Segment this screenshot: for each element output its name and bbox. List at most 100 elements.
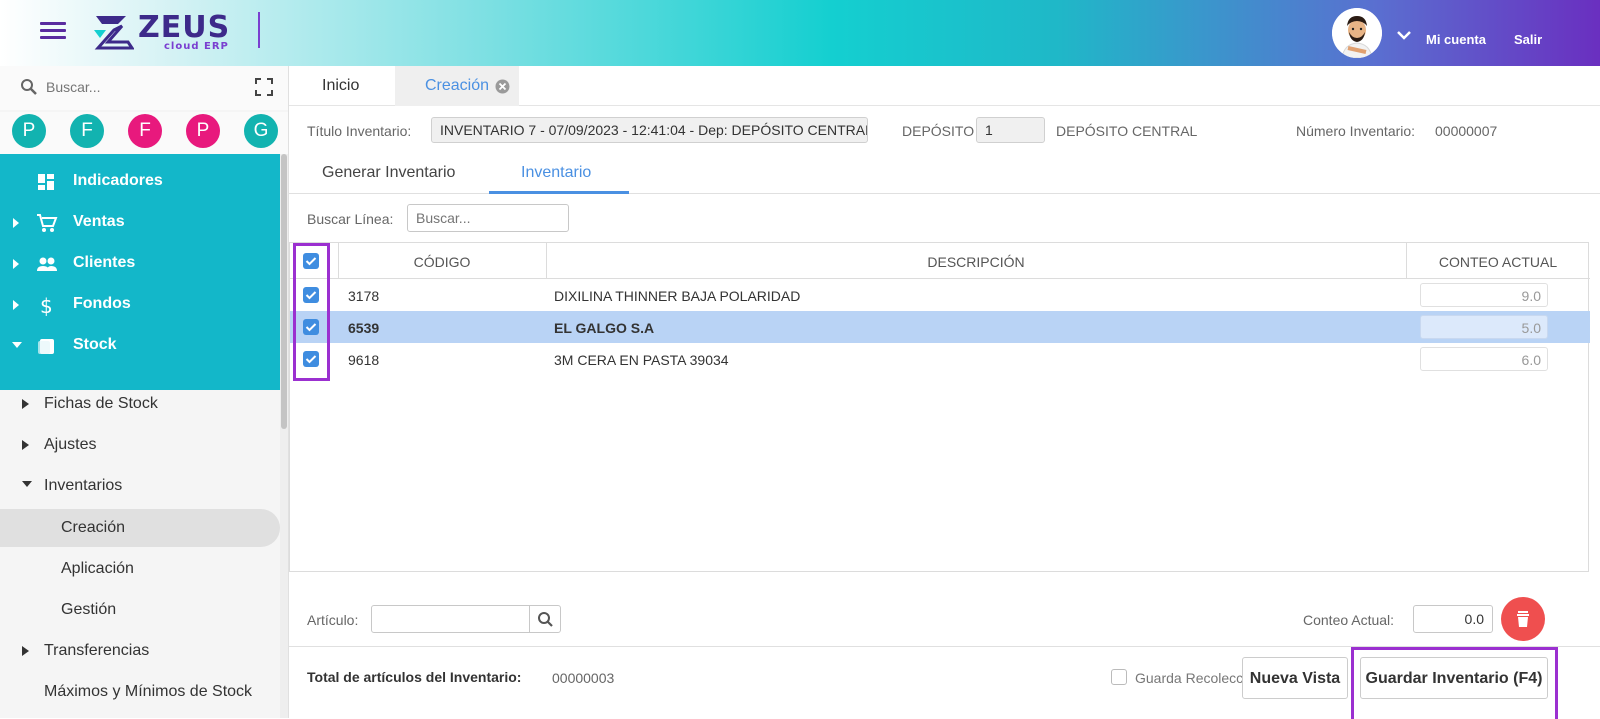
tab-generar-inventario[interactable]: Generar Inventario — [322, 164, 455, 182]
user-avatar[interactable] — [1332, 8, 1382, 58]
logout-link[interactable]: Salir — [1514, 32, 1542, 47]
inventory-number-label: Número Inventario: — [1296, 123, 1416, 139]
count-label: Conteo Actual: — [1303, 612, 1395, 628]
chevron-down-icon[interactable] — [1396, 30, 1412, 40]
caret-right-icon — [22, 440, 29, 450]
zeus-logo: ZEUS cloud ERP — [92, 10, 232, 52]
cell-code: 3178 — [348, 288, 380, 304]
caret-down-icon — [12, 342, 22, 348]
top-header: ZEUS cloud ERP Mi cuenta Salir — [0, 0, 1600, 66]
cell-description: DIXILINA THINNER BAJA POLARIDAD — [554, 288, 801, 304]
search-icon — [538, 612, 553, 627]
search-icon — [21, 79, 37, 95]
sidebar-item-aplicacion[interactable]: Aplicación — [0, 550, 280, 588]
dollar-icon: $ — [40, 295, 53, 317]
hamburger-menu-icon[interactable] — [40, 22, 66, 42]
count-actual-input[interactable]: 0.0 — [1413, 605, 1493, 633]
save-button-highlight — [1351, 647, 1558, 719]
sidebar-item-maximos-minimos[interactable]: Máximos y Mínimos de Stock — [0, 673, 280, 711]
logo-text: ZEUS — [138, 10, 231, 45]
menu-item-clientes[interactable]: Clientes — [0, 244, 280, 284]
column-header-descripcion[interactable]: DESCRIPCIÓN — [546, 243, 1406, 279]
inventory-table: CÓDIGO DESCRIPCIÓN CONTEO ACTUAL 3178 DI… — [289, 242, 1590, 572]
menu-item-stock[interactable]: Stock — [0, 326, 280, 366]
sidebar-item-label: Aplicación — [61, 560, 134, 577]
menu-item-ventas[interactable]: Ventas — [0, 203, 280, 243]
sidebar-item-transferencias[interactable]: Transferencias — [0, 632, 280, 670]
cell-description: EL GALGO S.A — [554, 320, 655, 336]
new-view-button[interactable]: Nueva Vista — [1242, 657, 1348, 699]
inventory-title-label: Título Inventario: — [307, 123, 412, 139]
sidebar-item-ajustes[interactable]: Ajustes — [0, 426, 280, 464]
sidebar-scrollbar-thumb[interactable] — [281, 154, 287, 429]
line-search-input[interactable] — [407, 204, 569, 232]
article-search-button[interactable] — [529, 605, 561, 633]
guard-collection-checkbox[interactable] — [1111, 669, 1127, 685]
favorite-p[interactable]: P — [186, 114, 220, 148]
deposit-code-field[interactable]: 1 — [976, 117, 1045, 143]
sidebar-item-label: Máximos y Mínimos de Stock — [44, 683, 253, 700]
favorite-g[interactable]: G — [244, 114, 278, 148]
count-input[interactable]: 5.0 — [1420, 315, 1548, 339]
close-icon[interactable] — [495, 79, 510, 94]
sidebar-item-inventarios[interactable]: Inventarios — [0, 467, 280, 505]
line-search-label: Buscar Línea: — [307, 211, 394, 227]
menu-item-indicadores[interactable]: Indicadores — [0, 162, 280, 202]
sidebar-item-label: Gestión — [61, 601, 117, 618]
trash-icon — [1517, 611, 1529, 627]
menu-item-label: Stock — [73, 336, 117, 353]
tab-inventario[interactable]: Inventario — [521, 164, 591, 182]
avatar-illustration-icon — [1332, 8, 1382, 58]
main-content: Inicio Creación Título Inventario: INVEN… — [288, 66, 1600, 719]
article-label: Artículo: — [307, 612, 359, 628]
sidebar-search — [0, 66, 288, 110]
active-tab-indicator — [489, 191, 629, 194]
caret-down-icon — [22, 481, 32, 487]
sidebar-item-label: Ajustes — [44, 436, 97, 453]
cell-code: 6539 — [348, 320, 380, 336]
menu-item-fondos[interactable]: $ Fondos — [0, 285, 280, 325]
inventory-title-field[interactable]: INVENTARIO 7 - 07/09/2023 - 12:41:04 - D… — [431, 117, 868, 143]
sidebar-search-input[interactable] — [46, 77, 226, 97]
sidebar-item-label: Creación — [61, 519, 126, 536]
people-icon — [37, 257, 57, 271]
dashboard-icon — [38, 174, 54, 190]
fullscreen-icon[interactable] — [254, 77, 274, 97]
table-row[interactable]: 9618 3M CERA EN PASTA 39034 6.0 — [290, 343, 1590, 375]
count-input[interactable]: 6.0 — [1420, 347, 1548, 371]
total-items-value: 00000003 — [552, 670, 615, 686]
table-row[interactable]: 6539 EL GALGO S.A 5.0 — [290, 311, 1590, 343]
checkbox-column-highlight — [293, 243, 330, 381]
delete-button[interactable] — [1501, 597, 1545, 641]
total-items-label: Total de artículos del Inventario: — [307, 669, 522, 685]
count-input[interactable]: 9.0 — [1420, 283, 1548, 307]
favorite-f[interactable]: F — [70, 114, 104, 148]
sidebar-item-creacion[interactable]: Creación — [0, 509, 280, 547]
menu-item-label: Ventas — [73, 213, 125, 230]
zeus-logo-mark-icon — [94, 16, 134, 50]
sidebar-scrollbar[interactable] — [280, 154, 288, 718]
logo-subtext: cloud ERP — [164, 41, 229, 52]
my-account-link[interactable]: Mi cuenta — [1426, 32, 1486, 47]
deposit-name: DEPÓSITO CENTRAL — [1056, 123, 1198, 139]
sidebar-item-fichas-de-stock[interactable]: Fichas de Stock — [0, 385, 280, 423]
caret-right-icon — [13, 300, 19, 310]
favorite-f[interactable]: F — [128, 114, 162, 148]
article-input[interactable] — [371, 605, 531, 633]
sidebar-item-gestion[interactable]: Gestión — [0, 591, 280, 629]
main-menu: Indicadores Ventas Clientes $ Fondos Sto… — [0, 154, 280, 390]
inventory-number-value: 00000007 — [1435, 123, 1498, 139]
caret-right-icon — [13, 259, 19, 269]
favorite-p[interactable]: P — [12, 114, 46, 148]
table-row[interactable]: 3178 DIXILINA THINNER BAJA POLARIDAD 9.0 — [290, 279, 1590, 311]
tab-creacion[interactable]: Creación — [395, 66, 519, 106]
sidebar-item-label: Inventarios — [44, 477, 123, 494]
page-tabs: Inicio Creación — [289, 66, 1600, 106]
column-header-conteo-actual[interactable]: CONTEO ACTUAL — [1406, 243, 1590, 279]
caret-right-icon — [22, 646, 29, 656]
column-header-codigo[interactable]: CÓDIGO — [338, 243, 546, 279]
tab-inicio[interactable]: Inicio — [289, 66, 395, 106]
svg-text:$: $ — [40, 295, 53, 317]
inventory-subtabs: Generar Inventario Inventario — [289, 156, 1600, 194]
caret-right-icon — [22, 399, 29, 409]
